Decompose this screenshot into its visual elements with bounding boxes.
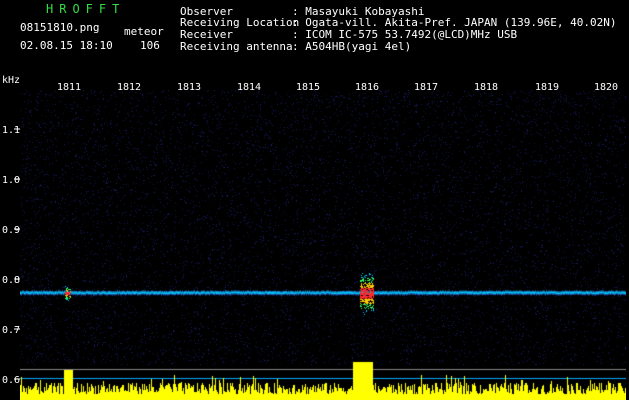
filename-label: 08151810.png <box>20 21 100 34</box>
count-label: 106 <box>140 39 160 52</box>
y-tick-label: 0.7 <box>2 325 20 336</box>
app-brand: HROFFT <box>46 2 126 16</box>
y-tick-label: 0.8 <box>2 275 20 286</box>
y-tick-label: 0.9 <box>2 225 20 236</box>
y-tick-label: 1.1 <box>2 125 20 136</box>
y-tick-label: 0.6 <box>2 375 20 386</box>
info-antenna-label: Receiving antenna <box>180 40 293 53</box>
datetime-label: 02.08.15 18:10 <box>20 39 113 52</box>
y-axis-unit: kHz <box>2 75 20 86</box>
spectrogram-canvas <box>20 90 626 400</box>
mode-label: meteor <box>124 25 164 38</box>
y-tick-label: 1.0 <box>2 175 20 186</box>
info-antenna-value: : A504HB(yagi 4el) <box>292 40 412 53</box>
